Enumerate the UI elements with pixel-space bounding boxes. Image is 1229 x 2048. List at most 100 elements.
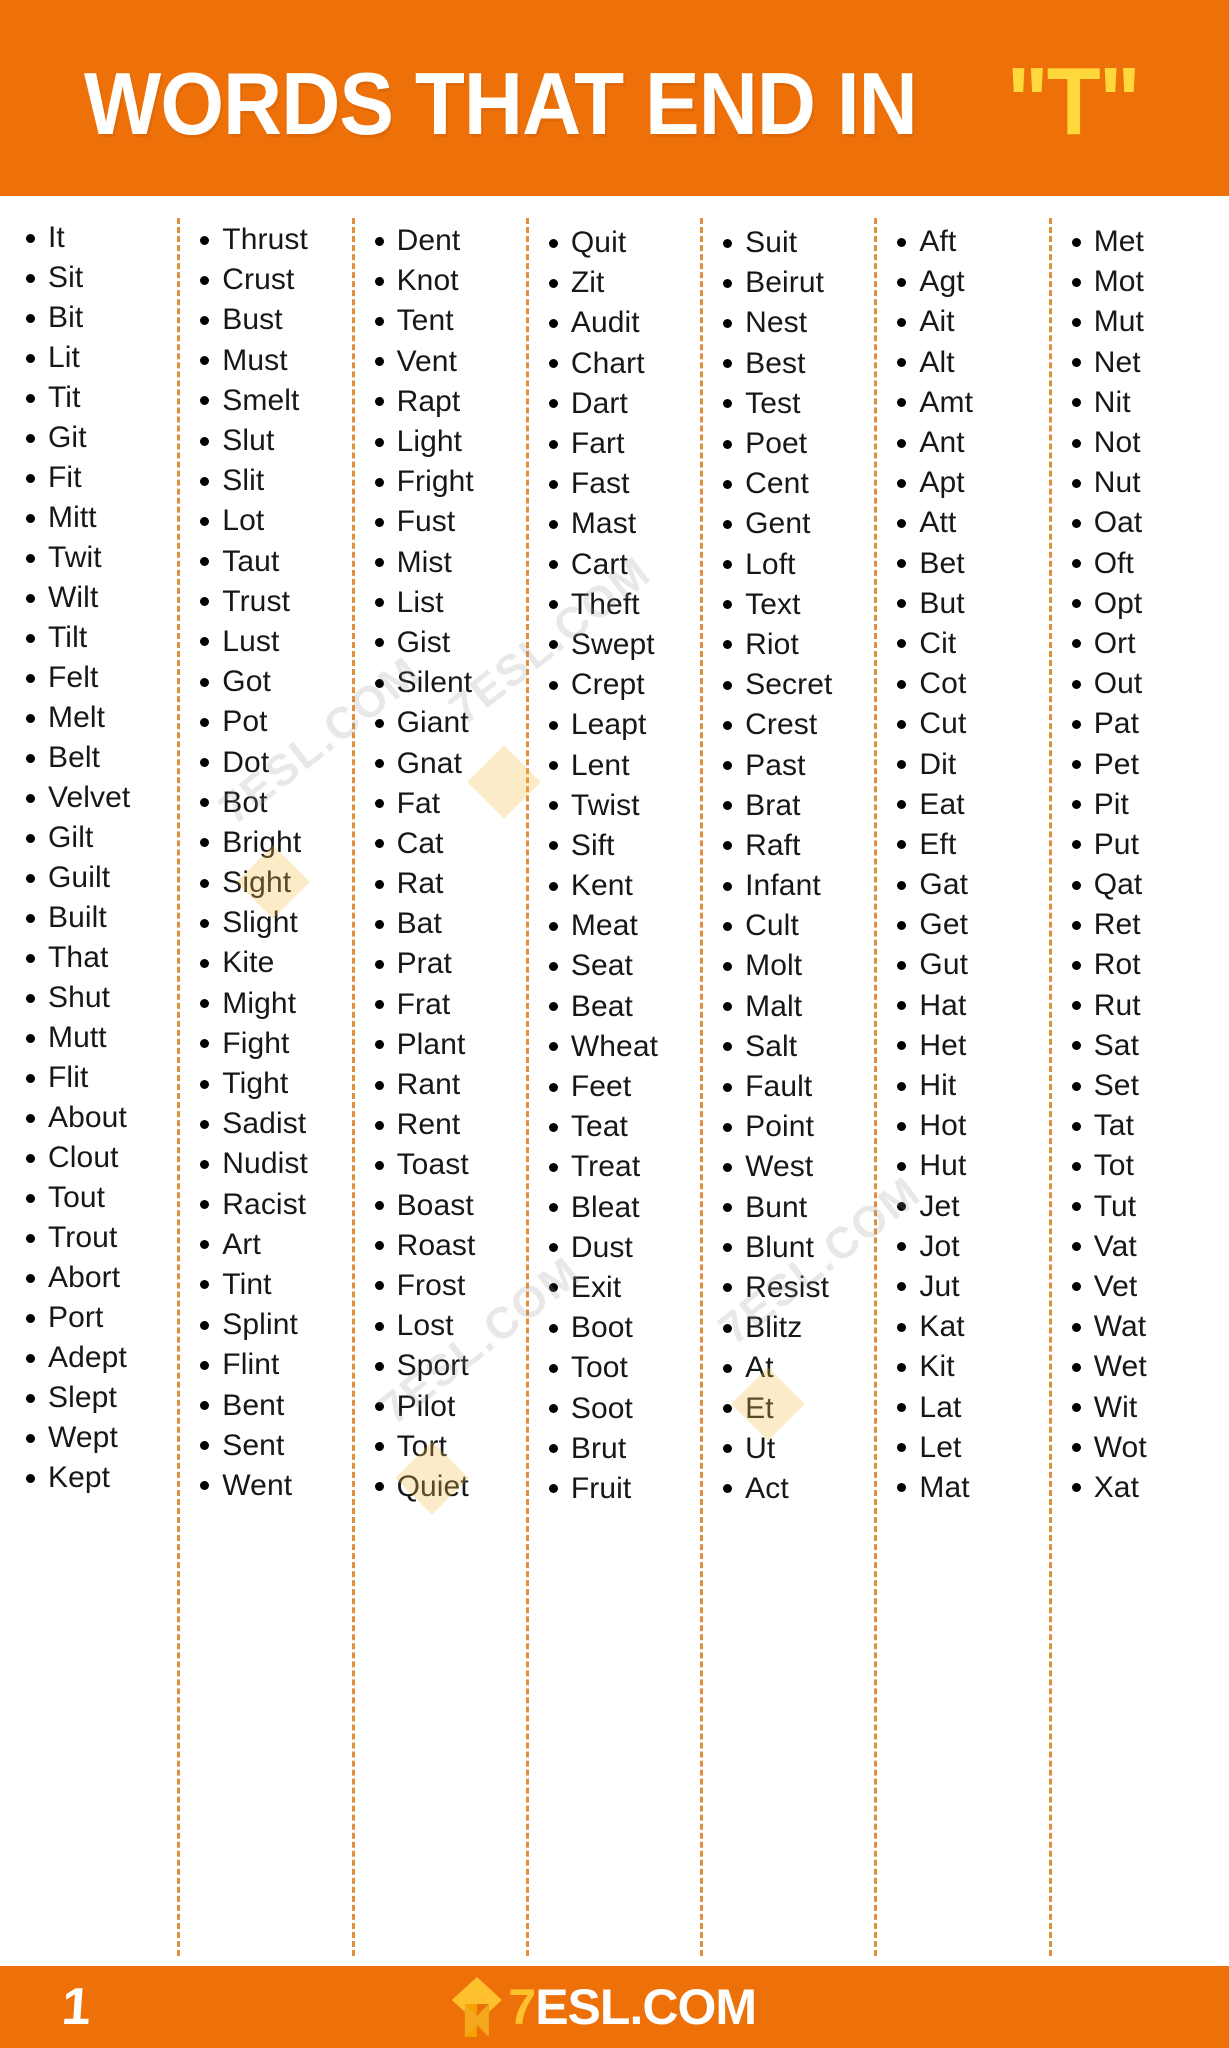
word-item: Sent <box>200 1426 349 1466</box>
word-text: Poet <box>745 427 808 461</box>
word-item: Lust <box>200 622 349 662</box>
bullet-icon <box>897 1403 907 1413</box>
word-columns-area: It Sit Bit Lit Tit Git Fit Mitt Twit Wilt Tilt Felt… <box>0 196 1229 1966</box>
word-text: Wot <box>1093 1430 1147 1464</box>
bullet-icon <box>897 760 907 770</box>
word-text: Dart <box>570 386 628 420</box>
word-item: Poet <box>723 424 872 464</box>
word-text: Ort <box>1093 626 1136 660</box>
bullet-icon <box>26 833 35 843</box>
bullet-icon <box>1071 1322 1081 1332</box>
word-text: Wit <box>1093 1390 1138 1424</box>
word-item: Lot <box>200 501 349 541</box>
word-text: Beirut <box>745 266 825 300</box>
word-text: Felt <box>48 661 99 694</box>
bullet-icon <box>548 1444 558 1454</box>
word-text: Clout <box>48 1141 119 1174</box>
word-text: Suit <box>745 226 798 260</box>
word-text: At <box>745 1351 774 1385</box>
word-text: Cut <box>919 707 967 741</box>
word-column-4: Quit Zit Audit Chart Dart Fart Fast Mast Cart The… <box>525 218 700 1956</box>
bullet-icon <box>26 1233 35 1243</box>
word-text: Fit <box>48 461 82 494</box>
bullet-icon <box>374 558 384 568</box>
bullet-icon <box>374 1281 384 1291</box>
bullet-icon <box>897 1362 907 1372</box>
word-item: But <box>897 584 1046 624</box>
bullet-icon <box>723 238 733 248</box>
bullet-icon <box>897 478 907 488</box>
word-item: Molt <box>723 946 872 986</box>
word-item: Rapt <box>374 382 524 422</box>
word-text: Riot <box>745 627 799 661</box>
bullet-icon <box>548 1002 558 1012</box>
word-item: Prat <box>374 944 524 984</box>
bullet-icon <box>1071 1001 1081 1011</box>
word-item: Att <box>897 503 1046 543</box>
word-text: Bleat <box>570 1190 640 1224</box>
word-text: Salt <box>745 1029 798 1063</box>
word-item: Swept <box>548 625 698 665</box>
word-text: Tot <box>1093 1149 1135 1183</box>
word-text: Fight <box>222 1026 290 1060</box>
word-item: Rut <box>1071 986 1221 1026</box>
word-item: Secret <box>723 665 872 705</box>
bullet-icon <box>548 278 558 288</box>
word-item: Tent <box>374 301 524 341</box>
word-item: Nudist <box>200 1144 349 1184</box>
word-item: Melt <box>26 698 175 738</box>
bullet-icon <box>897 880 907 890</box>
bullet-icon <box>374 1321 384 1331</box>
bullet-icon <box>1071 719 1081 729</box>
word-item: Salt <box>723 1027 872 1067</box>
word-item: Abort <box>26 1258 175 1298</box>
word-text: Plant <box>396 1027 466 1061</box>
word-item: Bleat <box>548 1188 698 1228</box>
word-text: Opt <box>1093 586 1143 620</box>
word-item: Quit <box>548 223 698 263</box>
bullet-icon <box>1071 518 1081 528</box>
word-item: Mutt <box>26 1018 175 1058</box>
word-item: Xat <box>1071 1468 1221 1508</box>
word-text: Bust <box>222 303 283 337</box>
bullet-icon <box>374 1361 384 1371</box>
word-item: Belt <box>26 738 175 778</box>
word-item: Amt <box>897 383 1046 423</box>
word-item: Beat <box>548 987 698 1027</box>
word-text: Wilt <box>48 581 99 614</box>
bullet-icon <box>374 276 384 286</box>
word-item: Sport <box>374 1346 524 1386</box>
word-item: Out <box>1071 664 1221 704</box>
bullet-icon <box>723 1444 733 1454</box>
word-item: Cit <box>897 624 1046 664</box>
word-text: Best <box>745 346 806 380</box>
word-item: Nest <box>723 303 872 343</box>
header-highlight-letter: "T" <box>1007 48 1141 155</box>
bullet-icon <box>548 761 558 771</box>
word-text: Fright <box>396 465 474 499</box>
bullet-icon <box>26 673 35 683</box>
word-item: Boot <box>548 1308 698 1348</box>
word-text: Hat <box>919 988 967 1022</box>
bullet-icon <box>1071 317 1081 327</box>
word-text: Gist <box>396 625 451 659</box>
bullet-icon <box>897 237 907 247</box>
word-text: Vet <box>1093 1269 1138 1303</box>
word-text: Frost <box>396 1268 466 1302</box>
bullet-icon <box>374 598 384 608</box>
word-text: But <box>919 586 965 620</box>
bullet-icon <box>200 1481 210 1491</box>
word-item: Sit <box>26 258 175 298</box>
word-item: Ut <box>723 1429 872 1469</box>
bullet-icon <box>723 680 733 690</box>
word-text: Loft <box>745 547 796 581</box>
word-text: Soot <box>570 1391 633 1425</box>
word-text: Wat <box>1093 1310 1147 1344</box>
bullet-icon <box>200 356 210 366</box>
bullet-icon <box>200 838 210 848</box>
word-text: Lost <box>396 1309 454 1343</box>
bullet-icon <box>374 517 384 527</box>
word-item: Wept <box>26 1418 175 1458</box>
word-text: Het <box>919 1028 967 1062</box>
bullet-icon <box>374 638 384 648</box>
